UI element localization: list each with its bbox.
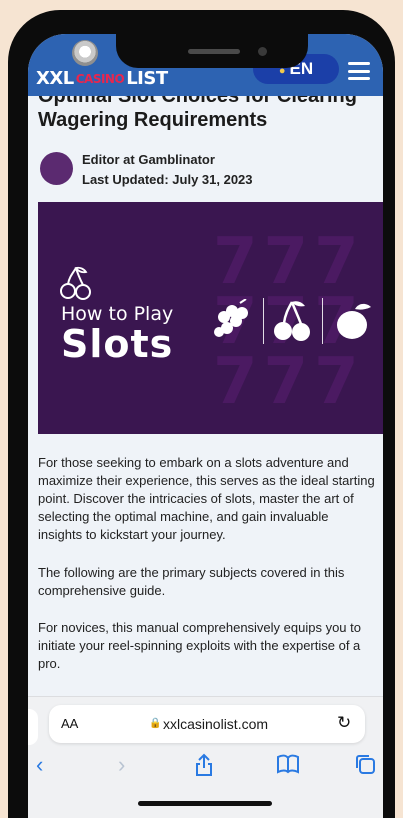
banner-divider — [263, 298, 264, 344]
grapes-icon — [214, 299, 248, 337]
tabs-icon[interactable] — [354, 753, 376, 775]
author-avatar[interactable] — [40, 152, 73, 185]
article-banner: 777 777 777 How to Play Slots — [38, 202, 383, 434]
url-text[interactable]: xxlcasinolist.com — [163, 716, 268, 732]
previous-tab-peek[interactable] — [28, 709, 38, 745]
address-bar[interactable]: AA 🔒 xxlcasinolist.com ↻ — [49, 705, 365, 743]
home-indicator — [138, 801, 272, 806]
text-size-button[interactable]: AA — [61, 716, 78, 731]
screen: Optimal Slot Choices for Clearing Wageri… — [28, 34, 383, 818]
last-updated: Last Updated: July 31, 2023 — [82, 172, 253, 187]
bookmarks-icon[interactable] — [276, 753, 300, 775]
reload-icon[interactable]: ↻ — [337, 713, 351, 733]
banner-title: Slots — [61, 322, 174, 366]
share-icon[interactable] — [194, 753, 214, 777]
novices-paragraph: For novices, this manual comprehensively… — [38, 620, 361, 671]
logo-emblem — [72, 40, 98, 66]
logo-text-mid: CASINO — [75, 72, 125, 86]
forward-icon[interactable]: › — [118, 753, 125, 777]
lock-icon: 🔒 — [149, 718, 162, 729]
cherries-icon — [274, 301, 310, 341]
logo-text-left: XXL — [36, 68, 74, 89]
back-icon[interactable]: ‹ — [36, 753, 43, 777]
safari-toolbar: AA 🔒 xxlcasinolist.com ↻ ‹ › — [28, 696, 383, 818]
cherry-icon — [60, 266, 91, 300]
phone-frame: Optimal Slot Choices for Clearing Wageri… — [8, 10, 395, 818]
lemon-icon — [337, 303, 371, 339]
intro-paragraph: For those seeking to embark on a slots a… — [38, 455, 375, 542]
banner-divider — [322, 298, 323, 344]
hamburger-menu-icon[interactable] — [348, 62, 370, 80]
logo-text-right: LIST — [126, 68, 168, 89]
subjects-paragraph: The following are the primary subjects c… — [38, 565, 345, 598]
phone-notch — [116, 34, 308, 68]
author-name[interactable]: Editor at Gamblinator — [82, 152, 215, 167]
